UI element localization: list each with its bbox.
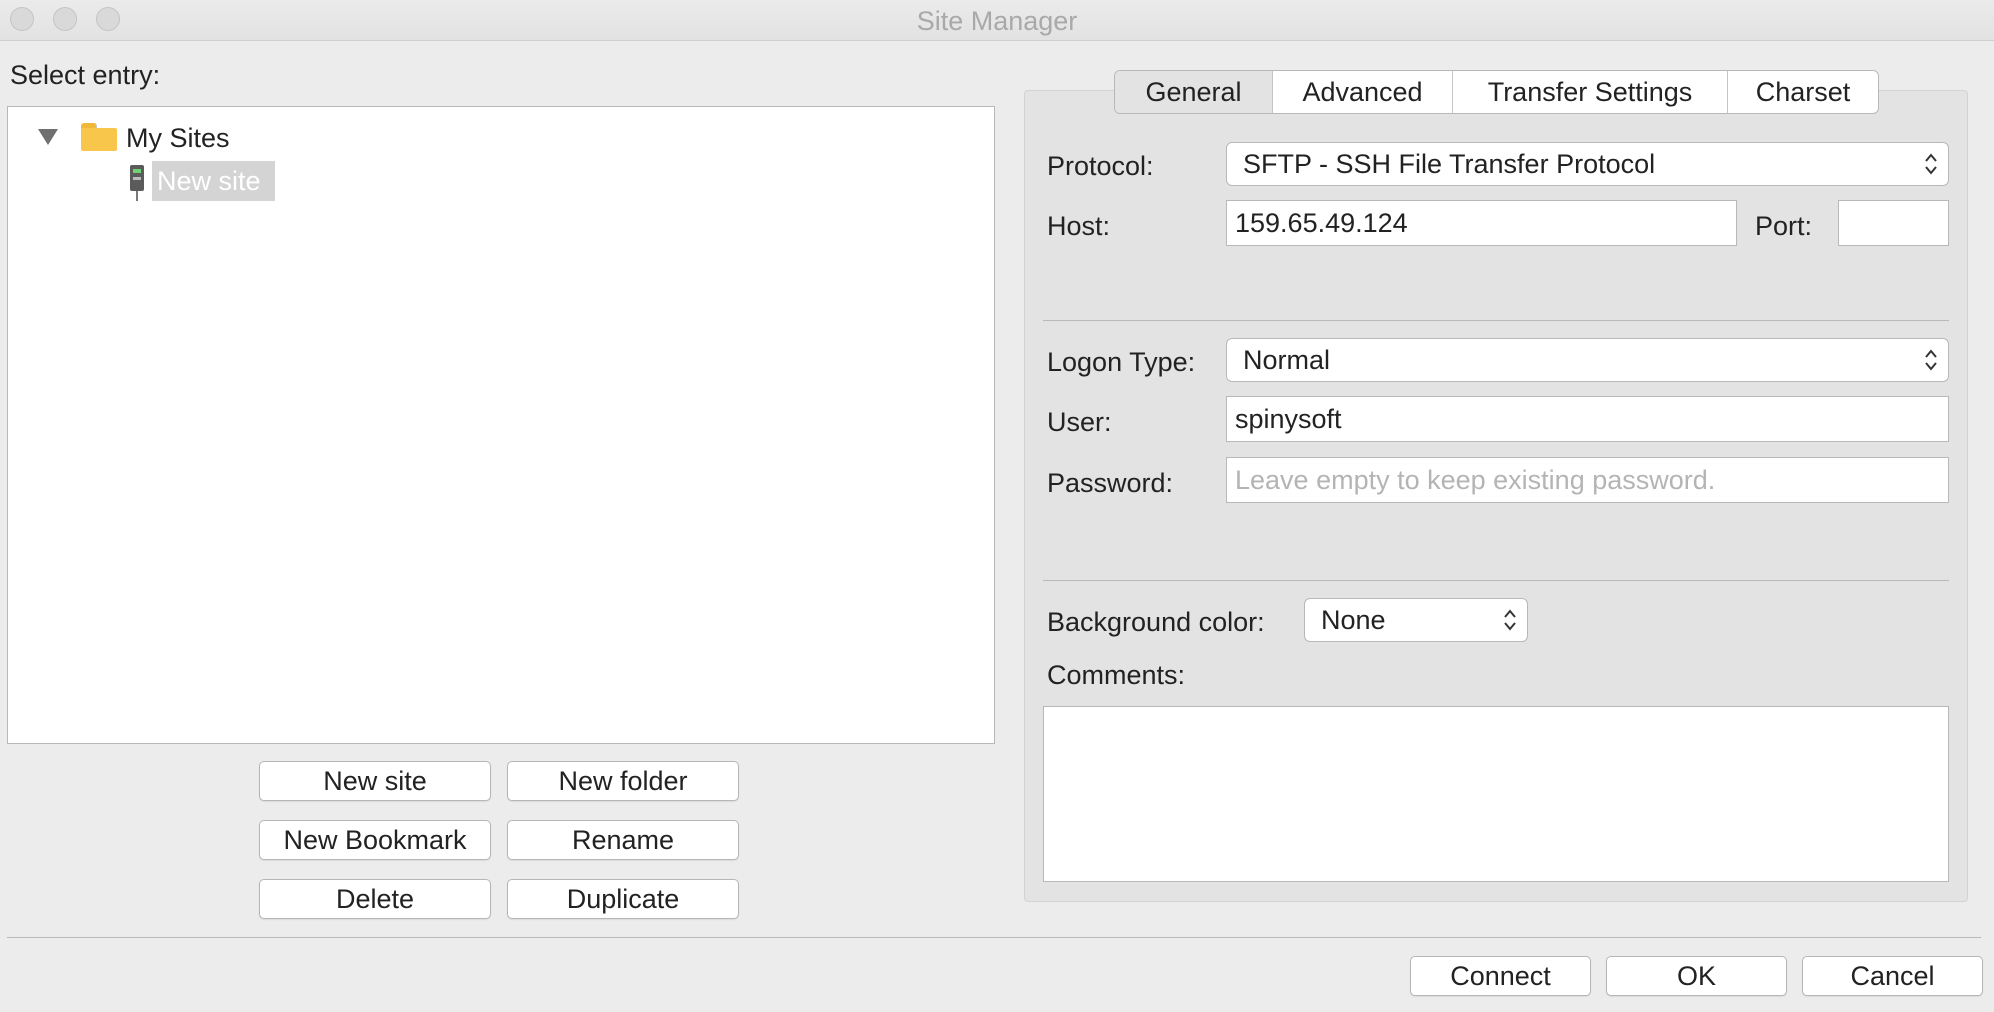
comments-label: Comments: — [1047, 660, 1186, 690]
port-input[interactable] — [1838, 200, 1949, 246]
new-folder-button[interactable]: New folder — [507, 761, 739, 801]
rename-button[interactable]: Rename — [507, 820, 739, 860]
password-input[interactable] — [1226, 457, 1949, 503]
new-bookmark-button[interactable]: New Bookmark — [259, 820, 491, 860]
ok-button[interactable]: OK — [1606, 956, 1787, 996]
folder-icon — [81, 123, 117, 151]
tab-advanced[interactable]: Advanced — [1273, 71, 1453, 113]
background-color-select-value: None — [1321, 605, 1386, 635]
port-label: Port: — [1755, 211, 1813, 241]
user-label: User: — [1047, 407, 1112, 437]
tab-charset[interactable]: Charset — [1728, 71, 1878, 113]
protocol-select[interactable]: SFTP - SSH File Transfer Protocol — [1226, 142, 1949, 186]
divider — [1043, 580, 1949, 581]
new-site-button[interactable]: New site — [259, 761, 491, 801]
protocol-select-value: SFTP - SSH File Transfer Protocol — [1243, 149, 1656, 179]
host-label: Host: — [1047, 211, 1111, 241]
site-manager-window: Site Manager Select entry: My Sites New … — [0, 0, 1994, 1012]
background-color-label: Background color: — [1047, 607, 1265, 637]
tab-general[interactable]: General — [1115, 71, 1273, 113]
host-input[interactable] — [1226, 200, 1737, 246]
duplicate-button[interactable]: Duplicate — [507, 879, 739, 919]
chevron-updown-icon — [1504, 609, 1516, 631]
divider — [1043, 320, 1949, 321]
site-tree[interactable]: My Sites New site — [7, 106, 995, 744]
title-bar: Site Manager — [0, 0, 1994, 41]
user-input[interactable] — [1226, 396, 1949, 442]
settings-tabs: General Advanced Transfer Settings Chars… — [1114, 70, 1879, 114]
select-entry-label: Select entry: — [10, 60, 161, 90]
footer-divider — [7, 937, 1981, 938]
chevron-updown-icon — [1925, 153, 1937, 175]
tree-item-new-site[interactable]: New site — [152, 161, 275, 201]
cancel-button[interactable]: Cancel — [1802, 956, 1983, 996]
protocol-label: Protocol: — [1047, 151, 1154, 181]
logon-type-select[interactable]: Normal — [1226, 338, 1949, 382]
delete-button[interactable]: Delete — [259, 879, 491, 919]
logon-type-select-value: Normal — [1243, 345, 1331, 375]
password-label: Password: — [1047, 468, 1174, 498]
comments-textarea[interactable] — [1043, 706, 1949, 882]
tree-item-my-sites[interactable]: My Sites — [126, 123, 230, 154]
server-icon — [128, 165, 148, 201]
chevron-updown-icon — [1925, 349, 1937, 371]
background-color-select[interactable]: None — [1304, 598, 1528, 642]
logon-type-label: Logon Type: — [1047, 347, 1196, 377]
connect-button[interactable]: Connect — [1410, 956, 1591, 996]
window-title: Site Manager — [916, 6, 1078, 36]
tab-transfer-settings[interactable]: Transfer Settings — [1453, 71, 1728, 113]
expand-triangle-icon[interactable] — [38, 129, 58, 145]
